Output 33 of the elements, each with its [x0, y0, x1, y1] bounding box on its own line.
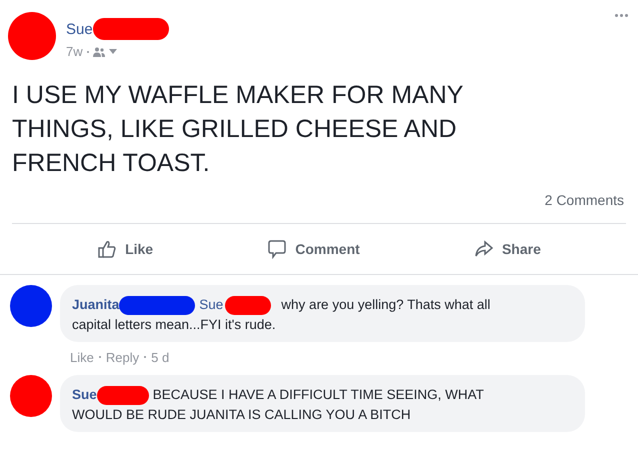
- comment-time[interactable]: 5 d: [151, 350, 170, 365]
- author-name[interactable]: Sue: [72, 386, 97, 402]
- comment-count[interactable]: 2 Comments: [0, 180, 638, 208]
- thumbs-up-icon: [97, 239, 118, 259]
- like-button[interactable]: Like: [91, 235, 160, 263]
- redaction-mark: [225, 296, 272, 315]
- comment-text: BECAUSE I HAVE A DIFFICULT TIME SEEING, WHAT: [152, 386, 484, 402]
- redaction-mark: [96, 386, 149, 405]
- comment-text: WOULD BE RUDE JUANITA IS CALLING YOU A BITCH: [72, 406, 412, 424]
- share-button[interactable]: Share: [468, 235, 547, 263]
- comment-button[interactable]: Comment: [261, 235, 366, 263]
- like-link[interactable]: Like: [70, 350, 94, 365]
- post-text: THINGS, LIKE GRILLED CHEESE AND: [12, 114, 458, 145]
- separator-dot: [144, 356, 146, 358]
- post-time[interactable]: 7w: [66, 44, 83, 59]
- avatar[interactable]: [10, 285, 52, 327]
- author-name[interactable]: Sue: [66, 20, 93, 38]
- share-arrow-icon: [474, 239, 494, 259]
- post-text: I USE MY WAFFLE MAKER FOR MANY: [12, 80, 464, 111]
- avatar[interactable]: [8, 12, 56, 60]
- people-icon[interactable]: [92, 46, 105, 56]
- separator-dot: [98, 356, 101, 358]
- avatar[interactable]: [10, 374, 52, 417]
- post-text: FRENCH TOAST.: [12, 148, 211, 179]
- author-name[interactable]: Juanita: [72, 297, 120, 312]
- more-options-icon[interactable]: [615, 14, 628, 17]
- caret-icon[interactable]: [108, 49, 117, 54]
- reply-link[interactable]: Reply: [106, 350, 140, 365]
- speech-bubble-icon: [267, 239, 288, 259]
- mention-link[interactable]: Sue: [199, 297, 224, 312]
- comment-text: capital letters mean...FYI it's rude.: [72, 316, 277, 334]
- separator-dot: [86, 50, 89, 52]
- comment-text: why are you yelling? Thats what all: [281, 297, 490, 312]
